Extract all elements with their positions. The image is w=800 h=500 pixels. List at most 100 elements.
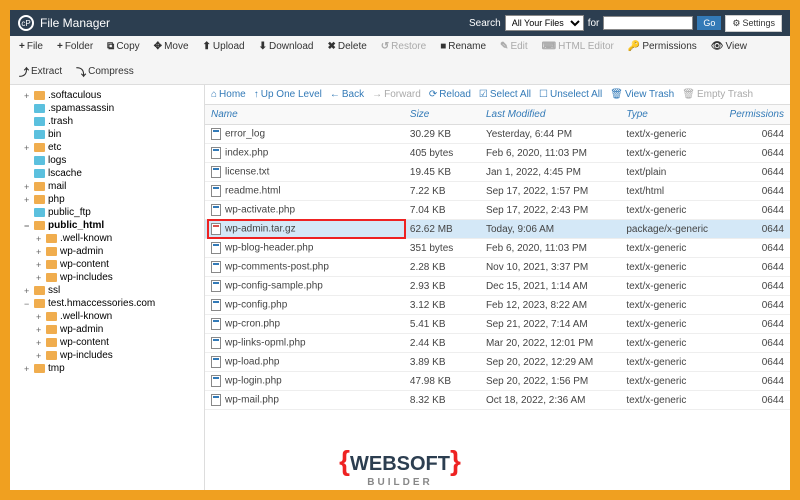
select-all-button[interactable]: ☑Select All [479, 89, 531, 100]
tree-toggle-icon[interactable]: + [24, 364, 34, 374]
go-button[interactable]: Go [697, 16, 721, 30]
table-row[interactable]: wp-links-opml.php2.44 KBMar 20, 2022, 12… [205, 334, 790, 353]
home-button[interactable]: ⌂Home [211, 89, 246, 100]
folder-icon [34, 182, 45, 191]
table-row[interactable]: wp-config-sample.php2.93 KBDec 15, 2021,… [205, 277, 790, 296]
table-row[interactable]: wp-config.php3.12 KBFeb 12, 2023, 8:22 A… [205, 296, 790, 315]
table-row[interactable]: wp-cron.php5.41 KBSep 21, 2022, 7:14 AMt… [205, 315, 790, 334]
tree-toggle-icon[interactable]: − [24, 299, 34, 309]
tree-item[interactable]: +wp-admin [10, 245, 204, 258]
plus-icon: + [19, 41, 25, 52]
tree-toggle-icon[interactable]: + [36, 312, 46, 322]
file-icon [211, 280, 221, 292]
compress-button[interactable]: ⤵Compress [73, 62, 137, 81]
tree-toggle-icon[interactable]: + [36, 234, 46, 244]
tree-item[interactable]: bin [10, 128, 204, 141]
search-scope-select[interactable]: All Your Files [505, 15, 584, 31]
col-modified[interactable]: Last Modified [480, 105, 620, 125]
table-row[interactable]: error_log30.29 KBYesterday, 6:44 PMtext/… [205, 125, 790, 144]
tree-item[interactable]: −test.hmaccessories.com [10, 297, 204, 310]
file-icon [211, 261, 221, 273]
file-icon [211, 147, 221, 159]
table-row[interactable]: index.php405 bytesFeb 6, 2020, 11:03 PMt… [205, 144, 790, 163]
tree-toggle-icon[interactable]: + [36, 260, 46, 270]
col-name[interactable]: Name [205, 105, 404, 125]
unselect-icon: ☐ [539, 89, 548, 100]
file-button[interactable]: +File [16, 39, 46, 54]
folder-button[interactable]: +Folder [54, 39, 96, 54]
rename-button[interactable]: ■Rename [437, 39, 489, 54]
tree-toggle-icon[interactable]: + [24, 182, 34, 192]
tree-toggle-icon[interactable]: + [36, 338, 46, 348]
copy-button[interactable]: ⧉Copy [104, 39, 143, 54]
tree-toggle-icon[interactable]: + [36, 273, 46, 283]
view-trash-button[interactable]: 🗑View Trash [610, 89, 674, 100]
tree-item[interactable]: − public_html [10, 219, 204, 232]
col-size[interactable]: Size [404, 105, 480, 125]
table-row[interactable]: wp-mail.php8.32 KBOct 18, 2022, 2:36 AMt… [205, 391, 790, 410]
col-perms[interactable]: Permissions [720, 105, 790, 125]
tree-item[interactable]: +.well-known [10, 232, 204, 245]
tree-toggle-icon[interactable]: + [24, 286, 34, 296]
settings-button[interactable]: ⚙Settings [725, 15, 782, 32]
search-input[interactable] [603, 16, 693, 30]
permissions-button[interactable]: 🔑Permissions [625, 39, 700, 54]
tree-item[interactable]: + ssl [10, 284, 204, 297]
tree-label: public_html [48, 220, 104, 231]
file-modified: Feb 6, 2020, 11:03 PM [480, 144, 620, 163]
table-row[interactable]: wp-load.php3.89 KBSep 20, 2022, 12:29 AM… [205, 353, 790, 372]
tree-toggle-icon[interactable]: − [24, 221, 34, 231]
tree-item[interactable]: +wp-content [10, 336, 204, 349]
unselect-all-button[interactable]: ☐Unselect All [539, 89, 602, 100]
tree-toggle-icon[interactable]: + [24, 91, 34, 101]
delete-button[interactable]: ✖Delete [324, 39, 369, 54]
file-perms: 0644 [720, 182, 790, 201]
tree-item[interactable]: +wp-includes [10, 349, 204, 362]
extract-icon: ⤴ [19, 64, 29, 79]
tree-toggle-icon[interactable]: + [24, 195, 34, 205]
tree-item[interactable]: +mail [10, 180, 204, 193]
reload-button[interactable]: ⟳Reload [429, 89, 471, 100]
view-button[interactable]: 👁View [708, 39, 750, 54]
table-row[interactable]: readme.html7.22 KBSep 17, 2022, 1:57 PMt… [205, 182, 790, 201]
folder-icon [34, 104, 45, 113]
up-button[interactable]: ↑Up One Level [254, 89, 322, 100]
folder-tree[interactable]: +.softaculous.spamassassin.trashbin+etcl… [10, 85, 205, 490]
tree-item[interactable]: +.well-known [10, 310, 204, 323]
table-row[interactable]: wp-login.php47.98 KBSep 20, 2022, 1:56 P… [205, 372, 790, 391]
extract-button[interactable]: ⤴Extract [16, 62, 65, 81]
tree-item[interactable]: +tmp [10, 362, 204, 375]
tree-item[interactable]: +wp-content [10, 258, 204, 271]
tree-item[interactable]: +wp-includes [10, 271, 204, 284]
table-row[interactable]: wp-activate.php7.04 KBSep 17, 2022, 2:43… [205, 201, 790, 220]
tree-item[interactable]: public_ftp [10, 206, 204, 219]
col-type[interactable]: Type [620, 105, 719, 125]
back-button[interactable]: ←Back [330, 89, 364, 100]
tree-item[interactable]: lscache [10, 167, 204, 180]
tree-toggle-icon[interactable]: + [36, 247, 46, 257]
table-row[interactable]: wp-blog-header.php351 bytesFeb 6, 2020, … [205, 239, 790, 258]
tree-item[interactable]: .spamassassin [10, 102, 204, 115]
tree-item[interactable]: +wp-admin [10, 323, 204, 336]
download-button[interactable]: ⬇Download [256, 39, 317, 54]
plus-icon: + [57, 41, 63, 52]
tree-label: ssl [48, 285, 60, 296]
folder-icon [46, 351, 57, 360]
file-modified: Dec 15, 2021, 1:14 AM [480, 277, 620, 296]
tree-item[interactable]: +php [10, 193, 204, 206]
table-row[interactable]: license.txt19.45 KBJan 1, 2022, 4:45 PMt… [205, 163, 790, 182]
move-button[interactable]: ✥Move [151, 39, 192, 54]
folder-icon [46, 234, 57, 243]
table-row[interactable]: wp-admin.tar.gz62.62 MBToday, 9:06 AMpac… [205, 220, 790, 239]
tree-item[interactable]: +etc [10, 141, 204, 154]
tree-item[interactable]: logs [10, 154, 204, 167]
folder-icon [46, 338, 57, 347]
tree-item[interactable]: .trash [10, 115, 204, 128]
tree-toggle-icon[interactable]: + [36, 325, 46, 335]
tree-toggle-icon[interactable]: + [24, 143, 34, 153]
tree-toggle-icon[interactable]: + [36, 351, 46, 361]
tree-item[interactable]: +.softaculous [10, 89, 204, 102]
table-row[interactable]: wp-comments-post.php2.28 KBNov 10, 2021,… [205, 258, 790, 277]
file-icon [211, 128, 221, 140]
upload-button[interactable]: ⬆Upload [200, 39, 248, 54]
